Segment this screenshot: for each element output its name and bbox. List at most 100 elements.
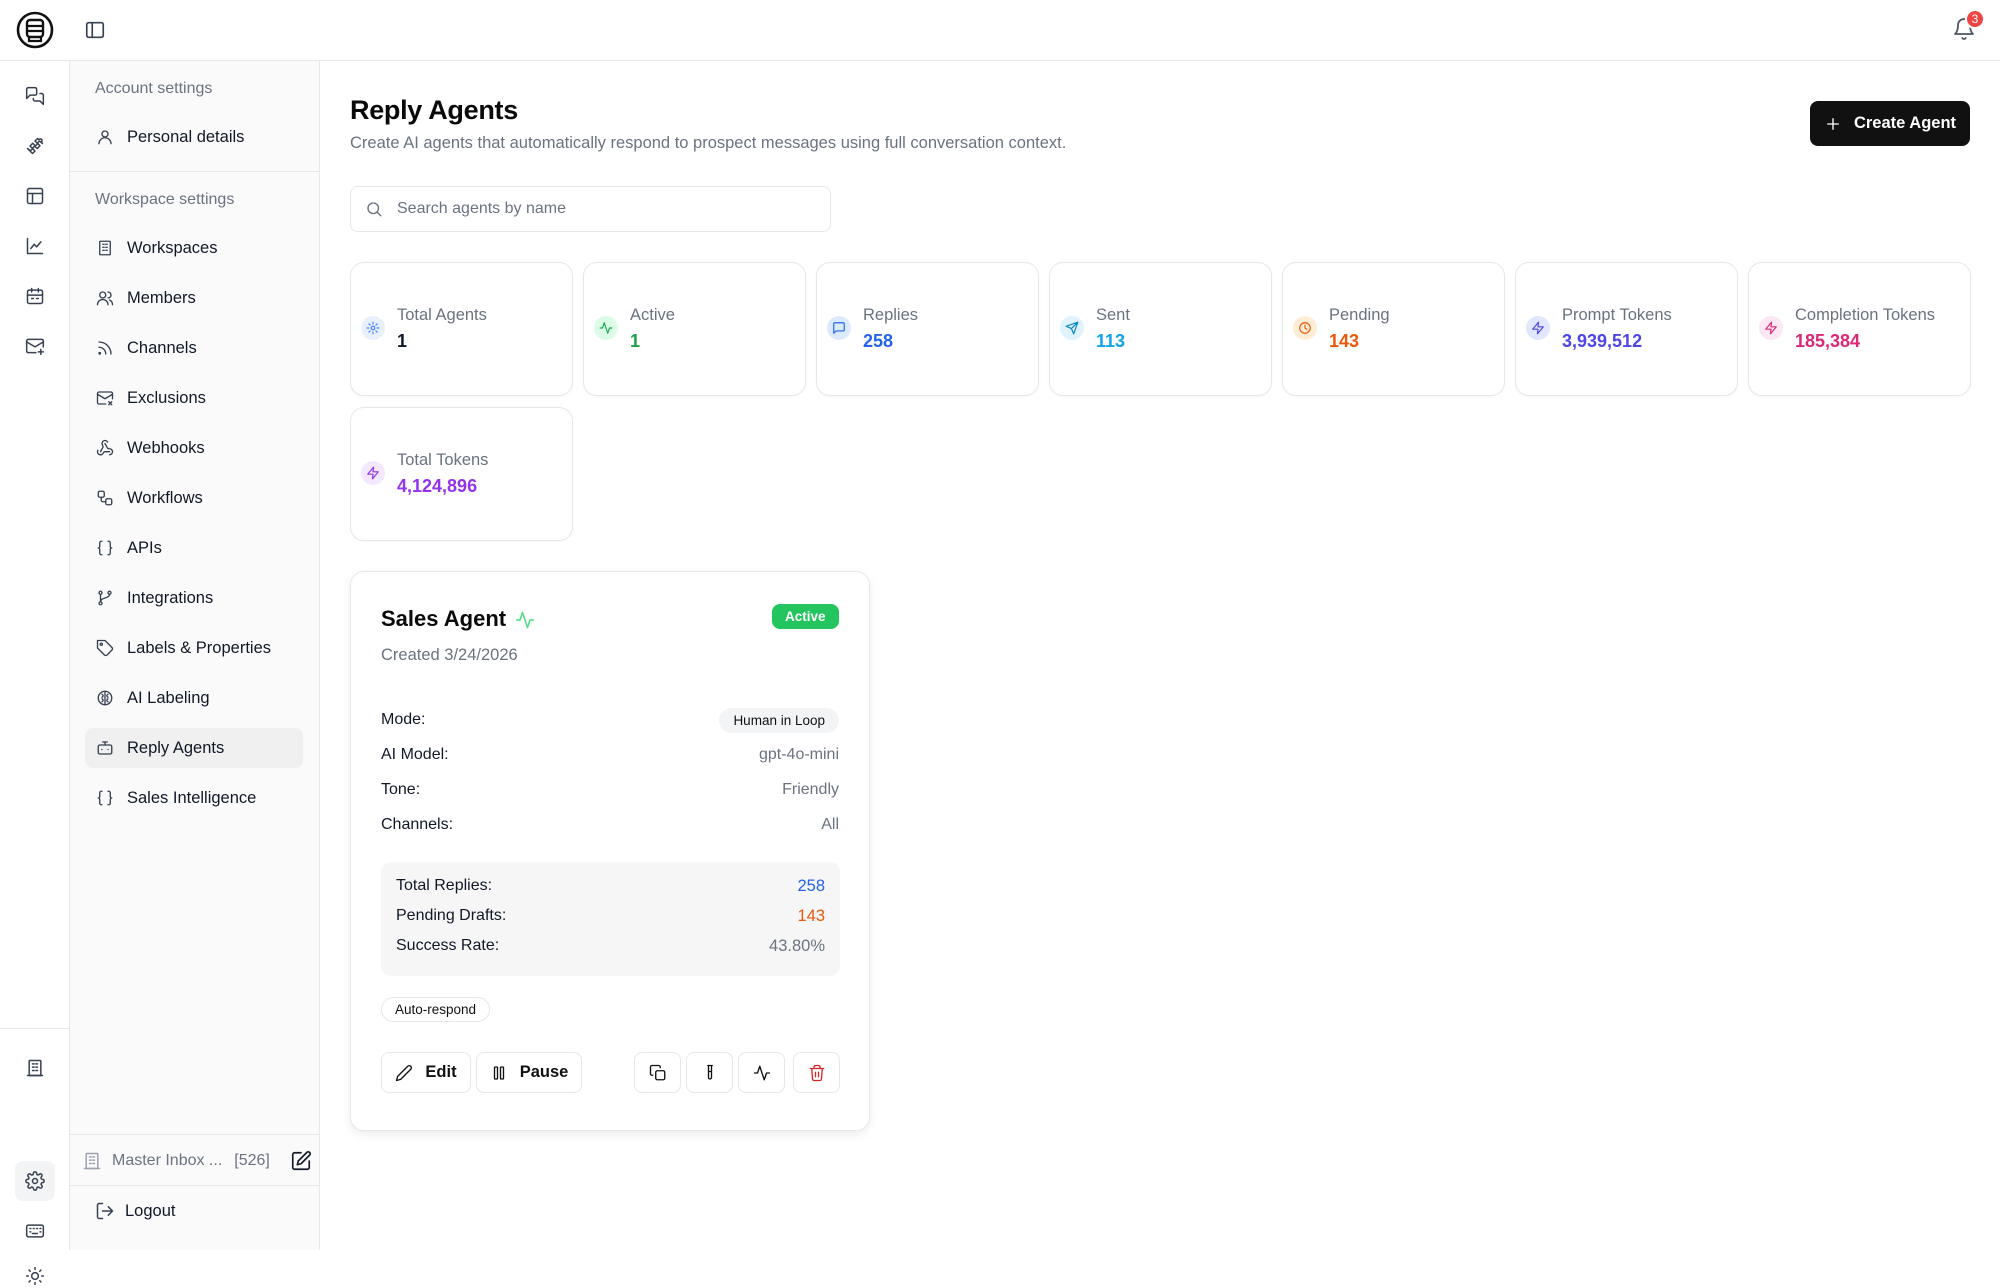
duplicate-button[interactable] [634,1052,681,1093]
main-content: Reply Agents Create AI agents that autom… [321,61,2000,1250]
sidebar-item-label: Webhooks [127,438,205,457]
brain-icon [95,688,115,708]
stat-card-completion-tokens: Completion Tokens 185,384 [1748,262,1971,396]
activity-icon [594,316,618,340]
mail-plus-icon[interactable] [23,334,47,358]
keyboard-icon[interactable] [23,1219,47,1243]
sidebar-toggle-icon[interactable] [84,19,106,41]
create-agent-label: Create Agent [1853,114,1957,132]
sidebar-item-workflows[interactable]: Workflows [85,478,303,518]
sidebar-item-apis[interactable]: APIs [85,528,303,568]
calendar-icon[interactable] [23,284,47,308]
sun-icon[interactable] [23,1264,47,1288]
log-out-icon [95,1201,115,1221]
sidebar-item-sales-intelligence[interactable]: Sales Intelligence [85,778,303,818]
tag-icon [95,638,115,658]
sidebar-item-label: Workspaces [127,238,218,257]
edit-icon[interactable] [290,1150,312,1172]
zap-icon [361,461,385,485]
master-inbox-selector[interactable]: Master Inbox ... [526] [82,1143,312,1179]
braces-icon [95,538,115,558]
master-inbox-count: [526] [234,1152,270,1169]
sidebar-divider [70,1185,320,1186]
gear-icon[interactable] [23,1169,47,1193]
mail-x-icon [95,388,115,408]
git-branch-icon [95,588,115,608]
sidebar-item-exclusions[interactable]: Exclusions [85,378,303,418]
stat-value: 1 [397,331,408,351]
puzzle-icon[interactable] [23,134,47,158]
test-tube-icon [701,1064,719,1082]
workflow-icon [95,488,115,508]
agent-stats-box: Total Replies: 258 Pending Drafts: 143 S… [381,862,840,976]
sidebar-item-integrations[interactable]: Integrations [85,578,303,618]
copy-icon [649,1064,667,1082]
stat-value: 185,384 [1795,331,1861,351]
stat-value: 143 [1329,331,1360,351]
rss-icon [95,338,115,358]
sidebar-item-label: Labels & Properties [127,638,271,657]
sidebar-item-webhooks[interactable]: Webhooks [85,428,303,468]
create-agent-button[interactable]: Create Agent [1810,101,1970,146]
messages-icon[interactable] [23,84,47,108]
sidebar-item-workspaces[interactable]: Workspaces [85,228,303,268]
status-badge: Active [772,604,839,629]
activity-button[interactable] [738,1052,785,1093]
braces-icon [95,788,115,808]
total-replies-label: Total Replies: [396,877,493,894]
search-box[interactable] [350,186,831,232]
app-logo-icon[interactable] [16,11,54,49]
stat-label: Active [630,306,675,324]
search-icon [365,200,383,218]
master-inbox-label: Master Inbox ... [112,1152,223,1169]
sidebar-item-reply-agents[interactable]: Reply Agents [85,728,303,768]
users-icon [95,288,115,308]
pause-button[interactable]: Pause [476,1052,582,1093]
total-replies-value: 258 [797,877,825,895]
workspace-settings-heading: Workspace settings [95,191,235,208]
edit-button[interactable]: Edit [381,1052,471,1093]
success-rate-value: 43.80% [769,937,825,955]
stat-value: 4,124,896 [397,476,478,496]
stat-card-replies: Replies 258 [816,262,1039,396]
send-icon [1060,316,1084,340]
page-subtitle: Create AI agents that automatically resp… [350,134,1067,152]
building-icon [82,1151,102,1171]
agent-card: Sales Agent Active Created 3/24/2026 Mod… [350,571,870,1131]
pause-icon [490,1064,508,1082]
webhook-icon [95,438,115,458]
stat-label: Total Tokens [397,451,489,469]
sidebar-item-channels[interactable]: Channels [85,328,303,368]
stat-label: Pending [1329,306,1390,324]
sidebar-item-personal-details[interactable]: Personal details [85,117,303,157]
top-bar: 3 [0,0,2000,61]
sidebar-item-label: Exclusions [127,388,206,407]
settings-sidebar: Account settings Personal details Worksp… [70,61,320,1250]
zap-icon [1526,316,1550,340]
delete-button[interactable] [793,1052,840,1093]
stat-label: Total Agents [397,306,487,324]
building-icon[interactable] [23,1056,47,1080]
table-icon[interactable] [23,184,47,208]
activity-icon [515,610,535,630]
logout-button[interactable]: Logout [95,1201,175,1221]
sidebar-item-ai-labeling[interactable]: AI Labeling [85,678,303,718]
search-input[interactable] [397,200,817,218]
chart-line-icon[interactable] [23,234,47,258]
sidebar-item-labels-properties[interactable]: Labels & Properties [85,628,303,668]
sidebar-item-label: Members [127,288,196,307]
mode-label: Mode: [381,711,426,728]
edit-label: Edit [425,1063,457,1081]
agent-created-date: Created 3/24/2026 [381,646,518,664]
pencil-icon [395,1064,413,1082]
sidebar-item-label: Reply Agents [127,738,225,757]
test-agent-button[interactable] [686,1052,733,1093]
tone-label: Tone: [381,781,421,798]
user-icon [95,127,115,147]
pending-drafts-label: Pending Drafts: [396,907,507,924]
sidebar-item-members[interactable]: Members [85,278,303,318]
trash-icon [808,1064,826,1082]
building-icon [95,238,115,258]
activity-icon [753,1064,771,1082]
stat-label: Sent [1096,306,1130,324]
